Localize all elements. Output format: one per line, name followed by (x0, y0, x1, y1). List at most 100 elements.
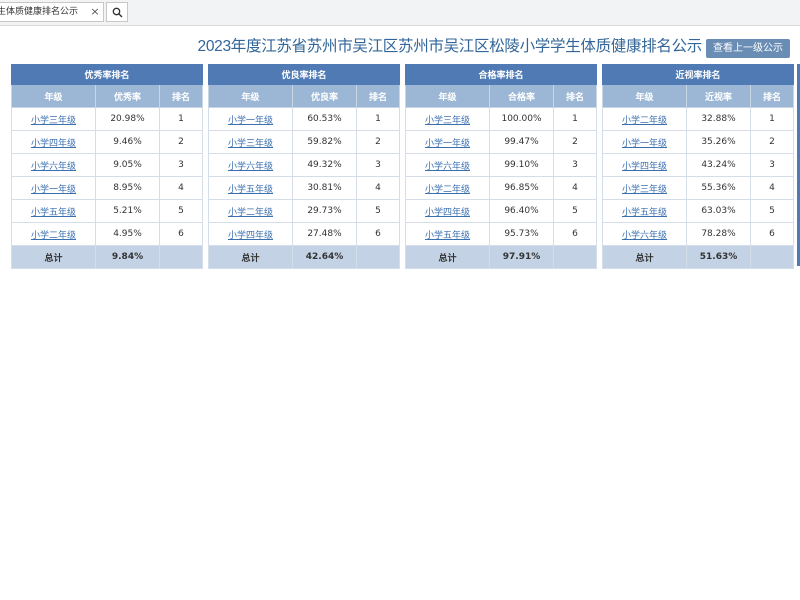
total-rank-empty (749, 245, 795, 269)
column-header: 近视率 (686, 84, 751, 108)
grade-cell: 小学六年级 (208, 153, 293, 177)
grade-link[interactable]: 小学五年级 (228, 185, 273, 195)
column-header: 合格率 (489, 84, 554, 108)
grade-link[interactable]: 小学三年级 (31, 116, 76, 126)
table-row: 小学六年级 78.28% 6 (602, 222, 795, 246)
rank-cell: 4 (158, 176, 204, 200)
grade-cell: 小学三年级 (602, 176, 687, 200)
grade-cell: 小学三年级 (405, 107, 490, 131)
total-rank-empty (355, 245, 401, 269)
grade-link[interactable]: 小学五年级 (31, 208, 76, 218)
grade-link[interactable]: 小学三年级 (228, 139, 273, 149)
table-row: 小学一年级 60.53% 1 (208, 107, 401, 131)
rate-cell: 35.26% (686, 130, 751, 154)
column-header: 优秀率 (95, 84, 160, 108)
grade-link[interactable]: 小学六年级 (228, 162, 273, 172)
rank-cell: 2 (158, 130, 204, 154)
table-row: 小学三年级 59.82% 2 (208, 130, 401, 154)
grade-link[interactable]: 小学四年级 (31, 139, 76, 149)
search-button[interactable] (106, 2, 128, 22)
total-label: 总计 (405, 245, 490, 269)
rate-cell: 43.24% (686, 153, 751, 177)
rank-cell: 3 (158, 153, 204, 177)
grade-link[interactable]: 小学六年级 (622, 231, 667, 241)
grade-cell: 小学三年级 (11, 107, 96, 131)
grade-cell: 小学一年级 (208, 107, 293, 131)
grade-link[interactable]: 小学一年级 (228, 116, 273, 126)
table-row: 小学五年级 5.21% 5 (11, 199, 204, 223)
grade-cell: 小学四年级 (208, 222, 293, 246)
table-row: 小学六年级 9.05% 3 (11, 153, 204, 177)
table-row: 小学二年级 4.95% 6 (11, 222, 204, 246)
grade-cell: 小学五年级 (602, 199, 687, 223)
rate-cell: 59.82% (292, 130, 357, 154)
total-label: 总计 (602, 245, 687, 269)
grade-link[interactable]: 小学一年级 (425, 139, 470, 149)
table-row: 小学二年级 29.73% 5 (208, 199, 401, 223)
rank-cell: 6 (749, 222, 795, 246)
rate-cell: 5.21% (95, 199, 160, 223)
rate-cell: 27.48% (292, 222, 357, 246)
grade-link[interactable]: 小学三年级 (622, 185, 667, 195)
grade-cell: 小学三年级 (208, 130, 293, 154)
grade-link[interactable]: 小学六年级 (425, 162, 470, 172)
excellent-rate-table: 优秀率排名 年级 优秀率 排名 小学三年级 20.98% 1 小学四年级 9.46% 2 小学六年级… (10, 64, 204, 269)
grade-link[interactable]: 小学四年级 (622, 162, 667, 172)
grade-link[interactable]: 小学一年级 (622, 139, 667, 149)
pass-rate-table: 合格率排名 年级 合格率 排名 小学三年级 100.00% 1 小学一年级 99.47% 2 小学六… (404, 64, 598, 269)
table-row: 小学六年级 99.10% 3 (405, 153, 598, 177)
rank-cell: 1 (158, 107, 204, 131)
rank-cell: 4 (552, 176, 598, 200)
table-row: 小学四年级 27.48% 6 (208, 222, 401, 246)
total-rank-empty (552, 245, 598, 269)
grade-link[interactable]: 小学二年级 (622, 116, 667, 126)
rank-cell: 2 (355, 130, 401, 154)
rate-cell: 96.40% (489, 199, 554, 223)
column-header: 排名 (749, 84, 795, 108)
grade-link[interactable]: 小学五年级 (622, 208, 667, 218)
good-rate-table: 优良率排名 年级 优良率 排名 小学一年级 60.53% 1 小学三年级 59.82% 2 小学六年… (207, 64, 401, 269)
page-title: 2023年度江苏省苏州市吴江区苏州市吴江区松陵小学学生体质健康排名公示 (197, 38, 703, 55)
total-label: 总计 (11, 245, 96, 269)
total-value: 9.84% (95, 245, 160, 269)
table-row: 小学三年级 55.36% 4 (602, 176, 795, 200)
table-caption: 优秀率排名 (10, 64, 204, 85)
table-row: 小学一年级 8.95% 4 (11, 176, 204, 200)
rank-cell: 5 (355, 199, 401, 223)
grade-link[interactable]: 小学五年级 (425, 231, 470, 241)
rate-cell: 9.46% (95, 130, 160, 154)
search-input[interactable]: 生体质健康排名公示 × (0, 2, 104, 22)
table-row: 小学一年级 35.26% 2 (602, 130, 795, 154)
grade-link[interactable]: 小学六年级 (31, 162, 76, 172)
table-caption: 合格率排名 (404, 64, 598, 85)
grade-link[interactable]: 小学二年级 (228, 208, 273, 218)
total-row: 总计 42.64% (208, 245, 401, 269)
search-input-value: 生体质健康排名公示 (0, 7, 79, 17)
view-previous-level-button[interactable]: 查看上一级公示 (706, 39, 790, 58)
grade-cell: 小学一年级 (602, 130, 687, 154)
grade-link[interactable]: 小学二年级 (425, 185, 470, 195)
rate-cell: 30.81% (292, 176, 357, 200)
table-row: 小学三年级 100.00% 1 (405, 107, 598, 131)
grade-cell: 小学四年级 (405, 199, 490, 223)
rate-cell: 20.98% (95, 107, 160, 131)
column-header: 年级 (602, 84, 687, 108)
grade-link[interactable]: 小学二年级 (31, 231, 76, 241)
clear-search-button[interactable]: × (88, 3, 102, 21)
grade-link[interactable]: 小学四年级 (425, 208, 470, 218)
table-row: 小学五年级 30.81% 4 (208, 176, 401, 200)
rate-cell: 95.73% (489, 222, 554, 246)
table-row: 小学六年级 49.32% 3 (208, 153, 401, 177)
rate-cell: 49.32% (292, 153, 357, 177)
grade-link[interactable]: 小学三年级 (425, 116, 470, 126)
grade-link[interactable]: 小学四年级 (228, 231, 273, 241)
grade-cell: 小学二年级 (405, 176, 490, 200)
table-row: 小学二年级 32.88% 1 (602, 107, 795, 131)
column-header: 年级 (208, 84, 293, 108)
grade-cell: 小学六年级 (11, 153, 96, 177)
rank-cell: 2 (749, 130, 795, 154)
rank-cell: 4 (355, 176, 401, 200)
rank-cell: 1 (355, 107, 401, 131)
grade-link[interactable]: 小学一年级 (31, 185, 76, 195)
rank-cell: 3 (749, 153, 795, 177)
